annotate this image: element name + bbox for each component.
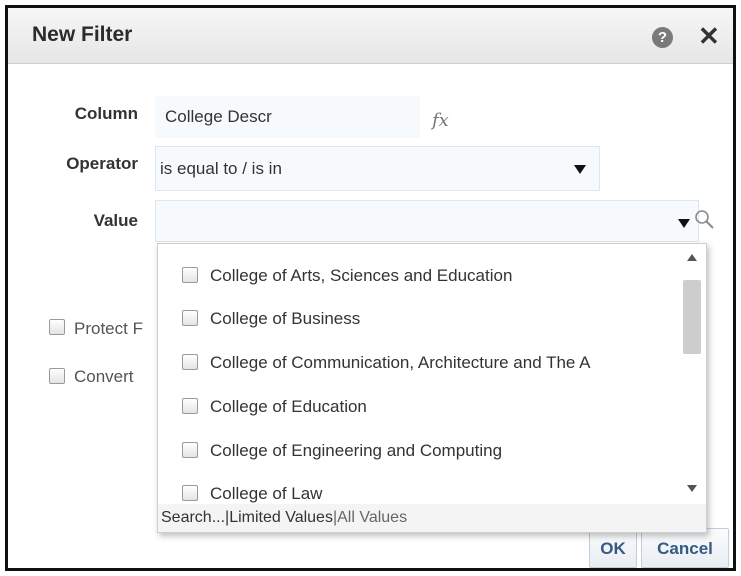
cancel-button[interactable]: Cancel bbox=[641, 528, 729, 568]
value-label: Value bbox=[93, 211, 138, 230]
column-field: College Descr bbox=[155, 96, 420, 138]
search-link[interactable]: Search... bbox=[161, 509, 225, 526]
dropdown-scrollbar[interactable] bbox=[680, 244, 704, 504]
scroll-thumb[interactable] bbox=[683, 280, 701, 354]
convert-filter-label: Convert bbox=[74, 367, 134, 386]
scroll-down-icon[interactable] bbox=[687, 485, 697, 492]
value-input[interactable] bbox=[155, 200, 699, 242]
dropdown-items: College of Arts, Sciences and Education … bbox=[158, 244, 678, 504]
list-item[interactable]: College of Education bbox=[158, 389, 678, 425]
protect-filter-label: Protect F bbox=[74, 319, 143, 338]
value-dropdown-list: College of Arts, Sciences and Education … bbox=[157, 243, 707, 533]
dialog-title: New Filter bbox=[32, 23, 133, 46]
item-label: College of Arts, Sciences and Education bbox=[210, 266, 513, 285]
ok-button[interactable]: OK bbox=[589, 528, 637, 568]
operator-dropdown-arrow-icon[interactable] bbox=[574, 165, 586, 174]
search-icon[interactable] bbox=[693, 207, 715, 233]
item-checkbox[interactable] bbox=[182, 354, 198, 370]
operator-label: Operator bbox=[66, 154, 138, 173]
close-icon[interactable]: ✕ bbox=[698, 21, 720, 51]
all-values-link[interactable]: All Values bbox=[337, 509, 407, 526]
list-item[interactable]: College of Business bbox=[158, 301, 678, 337]
item-checkbox[interactable] bbox=[182, 485, 198, 501]
fx-icon[interactable]: fx bbox=[432, 110, 449, 131]
operator-select[interactable]: is equal to / is in bbox=[155, 146, 600, 191]
new-filter-dialog: New Filter ? ✕ Column College Descr fx O… bbox=[5, 5, 736, 571]
list-item[interactable]: College of Law bbox=[158, 476, 678, 504]
protect-filter-checkbox[interactable] bbox=[49, 319, 65, 335]
item-label: College of Engineering and Computing bbox=[210, 441, 503, 460]
dropdown-footer: Search...|Limited Values|All Values bbox=[158, 504, 706, 532]
scroll-up-icon[interactable] bbox=[687, 254, 697, 261]
list-item[interactable]: College of Arts, Sciences and Education bbox=[158, 258, 678, 294]
dialog-titlebar: New Filter ? ✕ bbox=[8, 8, 733, 64]
list-item[interactable]: College of Engineering and Computing bbox=[158, 433, 678, 469]
convert-filter-checkbox[interactable] bbox=[49, 368, 65, 384]
item-checkbox[interactable] bbox=[182, 398, 198, 414]
item-label: College of Communication, Architecture a… bbox=[210, 353, 591, 372]
limited-values-link[interactable]: Limited Values bbox=[229, 509, 333, 526]
item-checkbox[interactable] bbox=[182, 267, 198, 283]
column-label: Column bbox=[74, 104, 138, 123]
value-dropdown-arrow-icon[interactable] bbox=[678, 219, 690, 228]
help-icon[interactable]: ? bbox=[652, 27, 673, 48]
item-label: College of Education bbox=[210, 397, 367, 416]
item-label: College of Business bbox=[210, 309, 361, 328]
list-item[interactable]: College of Communication, Architecture a… bbox=[158, 345, 678, 381]
item-checkbox[interactable] bbox=[182, 310, 198, 326]
item-label: College of Law bbox=[210, 484, 323, 503]
item-checkbox[interactable] bbox=[182, 442, 198, 458]
